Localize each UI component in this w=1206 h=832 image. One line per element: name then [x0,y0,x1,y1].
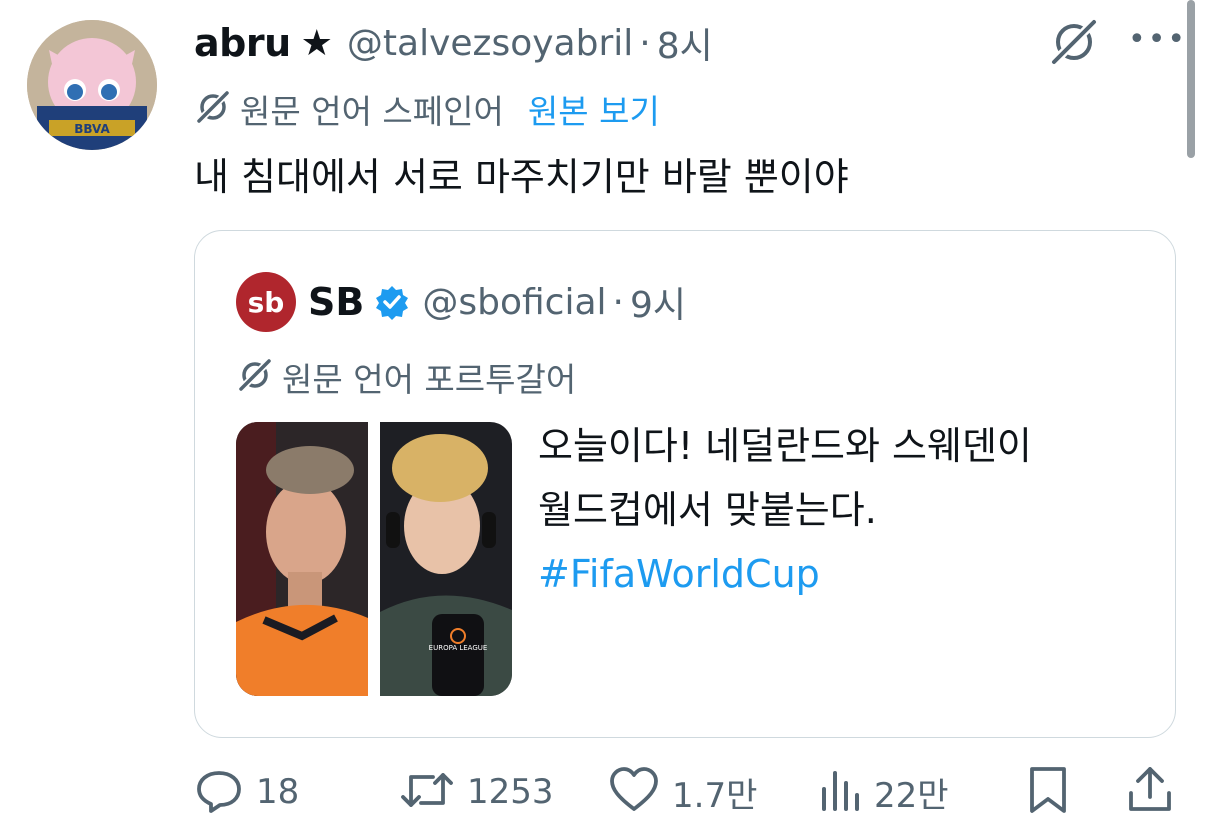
tweet-header: abru ★ @talvezsoyabril · 8시 [194,17,713,69]
timestamp[interactable]: 8시 [657,17,713,69]
action-bar: 18 1253 1.7만 22만 [194,762,1184,822]
share-icon [1126,765,1174,819]
sb-logo-text: sb [247,285,285,319]
translation-note: 원문 언어 스페인어 [240,92,504,131]
no-translate-icon [236,356,274,398]
like-icon [608,765,660,819]
retweet-count: 1253 [467,772,554,812]
views-count: 22만 [874,775,949,816]
more-icon[interactable]: ••• [1128,22,1187,57]
reply-icon [194,765,244,819]
quote-text-line2: 월드컵에서 맞붙는다. [538,488,877,532]
quote-text-line1: 오늘이다! 네덜란드와 스웨덴이 [538,424,1032,468]
user-handle[interactable]: @talvezsoyabril [347,23,633,64]
views-button[interactable]: 22만 [818,762,949,822]
tweet-text: 내 침대에서 서로 마주치기만 바랄 뿐이야 [194,155,849,199]
no-translate-icon [194,88,232,130]
star-glyph: ★ [300,22,333,64]
views-icon [818,765,862,819]
reply-count: 18 [256,772,300,812]
retweet-button[interactable]: 1253 [399,762,554,822]
quote-timestamp[interactable]: 9시 [630,276,686,328]
reply-button[interactable]: 18 [194,762,299,822]
no-translate-icon[interactable] [1048,16,1100,72]
separator-dot: · [639,22,651,64]
quote-translation-row: 원문 언어 포르투갈어 [236,354,576,400]
like-count: 1.7만 [672,775,758,816]
mic-label: EUROPA LEAGUE [429,644,488,652]
hashtag-link[interactable]: #FifaWorldCup [538,542,1138,606]
sb-logo[interactable]: sb [236,272,296,332]
bookmark-button[interactable] [1026,762,1070,822]
scrollbar[interactable] [1187,0,1195,158]
like-button[interactable]: 1.7만 [608,762,757,822]
quote-header: sb SB @sboficial · 9시 [236,272,686,332]
display-name[interactable]: abru [194,21,291,65]
retweet-icon [399,765,455,819]
bookmark-icon [1026,765,1070,819]
show-original-link[interactable]: 원본 보기 [528,85,660,133]
separator-dot: · [612,281,624,323]
quote-display-name[interactable]: SB [308,280,364,324]
verified-icon [374,284,410,320]
quote-media-thumbnail[interactable]: EUROPA LEAGUE [236,422,512,696]
quote-handle[interactable]: @sboficial [422,282,606,323]
quote-translation-note: 원문 언어 포르투갈어 [282,360,577,399]
share-button[interactable] [1126,762,1174,822]
translation-row: 원문 언어 스페인어 원본 보기 [194,86,660,132]
avatar-text: BBVA [74,122,110,136]
quote-text: 오늘이다! 네덜란드와 스웨덴이 월드컵에서 맞붙는다. #FifaWorldC… [538,414,1138,606]
avatar[interactable]: BBVA [27,20,157,150]
